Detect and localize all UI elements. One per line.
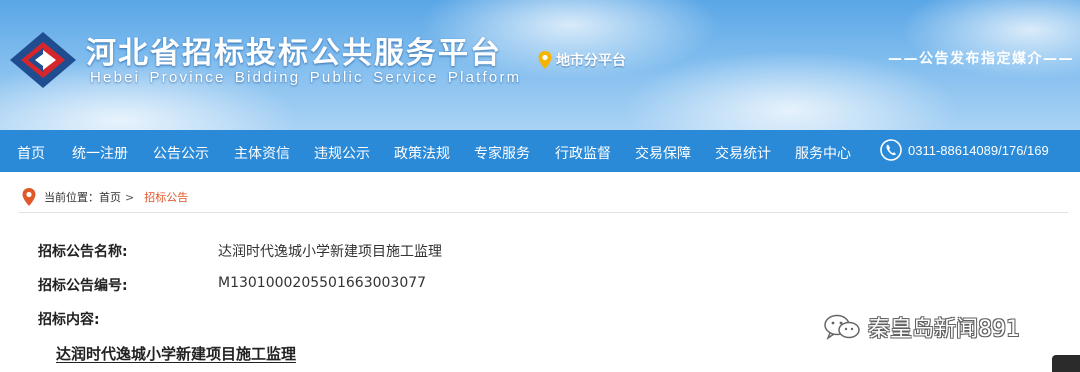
hotline-number: 0311-88614089/176/169: [908, 142, 1049, 158]
notice-code-value: M1301000205501663003077: [218, 275, 427, 291]
nav-item-credit[interactable]: 主体资信: [234, 143, 290, 163]
nav-item-guarantee[interactable]: 交易保障: [635, 143, 691, 163]
notice-content-label: 招标内容:: [38, 312, 100, 328]
nav-item-home[interactable]: 首页: [17, 143, 45, 163]
divider: [18, 212, 1068, 213]
wechat-icon: [824, 314, 860, 340]
nav-item-supervision[interactable]: 行政监督: [555, 143, 611, 163]
breadcrumb-separator: >: [125, 190, 135, 204]
corner-overlay: [1052, 355, 1080, 372]
document-title: 达润时代逸城小学新建项目施工监理: [56, 345, 297, 363]
breadcrumb-current[interactable]: 招标公告: [144, 189, 188, 205]
cloud-decoration: [900, 0, 1080, 80]
location-pin-icon: [22, 188, 36, 206]
breadcrumb: 当前位置： 首页 > 招标公告: [22, 188, 188, 206]
nav-item-register[interactable]: 统一注册: [72, 143, 128, 163]
nav-item-policy[interactable]: 政策法规: [394, 143, 450, 163]
notice-name-value: 达润时代逸城小学新建项目施工监理: [218, 244, 442, 260]
main-nav: 首页 统一注册 公告公示 主体资信 违规公示 政策法规 专家服务 行政监督 交易…: [0, 130, 1080, 172]
nav-item-experts[interactable]: 专家服务: [474, 143, 530, 163]
site-title-cn[interactable]: 河北省招标投标公共服务平台: [86, 28, 502, 72]
breadcrumb-home[interactable]: 首页: [99, 189, 121, 205]
media-slogan: ——公告发布指定媒介——: [888, 51, 1074, 67]
header-banner: 河北省招标投标公共服务平台 Hebei Province Bidding Pub…: [0, 0, 1080, 130]
location-pin-icon: [538, 51, 552, 69]
notice-code-label: 招标公告编号:: [38, 278, 128, 294]
sub-platform-link[interactable]: 地市分平台: [538, 50, 626, 70]
watermark: 秦皇岛新闻891: [822, 311, 1020, 343]
nav-item-violations[interactable]: 违规公示: [314, 143, 370, 163]
nav-item-statistics[interactable]: 交易统计: [715, 143, 771, 163]
nav-item-service[interactable]: 服务中心: [795, 143, 851, 163]
breadcrumb-prefix: 当前位置：: [44, 191, 99, 204]
hotline: 0311-88614089/176/169: [880, 139, 1049, 161]
diamond-logo-icon[interactable]: [8, 30, 78, 90]
notice-name-label: 招标公告名称:: [38, 244, 128, 260]
sub-platform-label: 地市分平台: [556, 53, 626, 69]
watermark-text: 秦皇岛新闻891: [868, 317, 1020, 342]
nav-item-notices[interactable]: 公告公示: [153, 143, 209, 163]
site-title-en: Hebei Province Bidding Public Service Pl…: [90, 69, 522, 86]
phone-icon: [880, 139, 902, 161]
